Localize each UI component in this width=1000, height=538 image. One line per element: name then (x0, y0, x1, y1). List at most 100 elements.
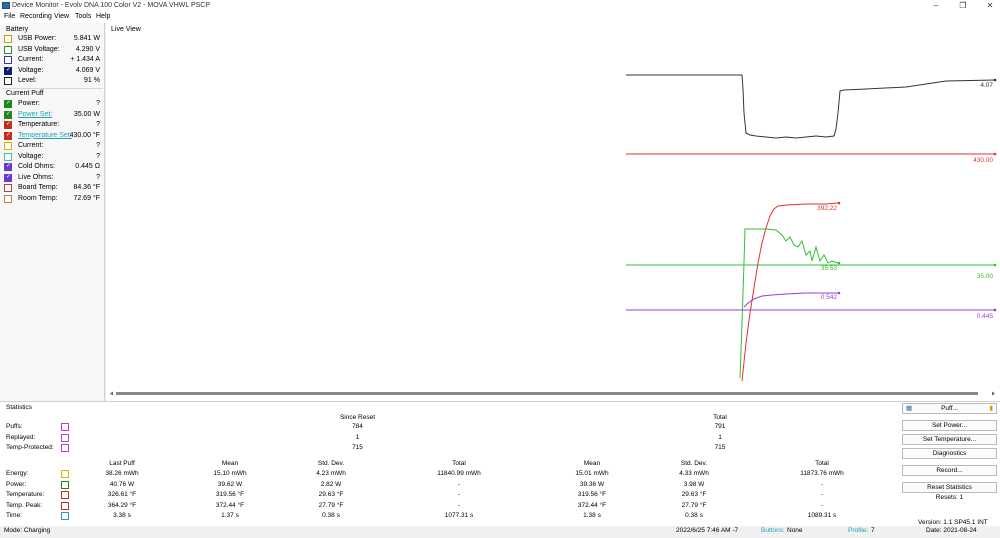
menu-file[interactable]: File (4, 13, 15, 20)
trace-checkbox[interactable] (4, 173, 12, 182)
trace-checkbox[interactable] (4, 56, 12, 64)
battery-header: Battery (6, 26, 29, 33)
set-temperature-button[interactable]: Set Temperature... (902, 434, 997, 445)
stat-checkbox[interactable] (61, 444, 69, 452)
monitor-label: Power: (18, 100, 40, 107)
stat-checkbox[interactable] (61, 433, 69, 442)
trace-checkbox[interactable] (4, 162, 12, 171)
trace-checkbox[interactable] (4, 120, 12, 129)
stat-label: Time: (6, 512, 23, 519)
monitor-row[interactable]: Voltage:? (4, 152, 102, 162)
stat-cell: 319.56 °F (577, 491, 607, 498)
trace-checkbox[interactable] (4, 194, 12, 203)
trace-checkbox[interactable] (4, 110, 12, 119)
monitor-row[interactable]: Level: 91 % (4, 76, 102, 86)
grid-icon: ▦ (906, 405, 913, 412)
monitor-label: Temperature: (18, 121, 60, 128)
mode-status: Mode: Charging (4, 527, 51, 534)
stat-cell: 372.44 °F (215, 501, 245, 509)
minimize-button[interactable]: – (930, 1, 942, 11)
monitor-row[interactable]: Current:? (4, 141, 102, 151)
stat-checkbox[interactable] (61, 480, 69, 489)
trace-checkbox[interactable] (4, 77, 12, 85)
monitor-value: 0.445 Ω (75, 163, 100, 170)
trace-checkbox[interactable] (4, 45, 12, 54)
stat-cell: 372.44 °F (577, 501, 607, 509)
stat-column-header: Std. Dev. (680, 460, 708, 467)
monitor-row[interactable]: Power Set: 35.00 W (4, 110, 102, 120)
count-total: 791 (714, 423, 726, 430)
record-button[interactable]: Record... (902, 465, 997, 476)
monitor-row[interactable]: Voltage: 4.069 V (4, 66, 102, 76)
menu-tools[interactable]: Tools (75, 13, 91, 20)
trace-checkbox[interactable] (4, 152, 12, 161)
menu-recording[interactable]: Recording (20, 13, 52, 20)
stat-label: Energy: (6, 470, 29, 477)
monitor-row[interactable]: Board Temp: 84.36 °F (4, 183, 102, 193)
temp-trace (741, 202, 839, 382)
monitor-value: ? (96, 100, 100, 107)
stat-checkbox[interactable] (61, 470, 69, 478)
monitor-row[interactable]: Temperature Set:430.00 °F (4, 131, 102, 141)
monitor-row[interactable]: Current: + 1.434 A (4, 55, 102, 65)
stat-column-header: Total (815, 460, 829, 467)
monitor-row[interactable]: Power:? (4, 99, 102, 109)
trace-checkbox[interactable] (4, 35, 12, 43)
monitor-value: 5.841 W (73, 35, 100, 42)
menu-view[interactable]: View (54, 13, 69, 20)
trace-checkbox[interactable] (4, 66, 12, 75)
build-date: Date: 2021-08-24 (926, 527, 977, 534)
stat-cell: 27.79 °F (681, 501, 707, 509)
monitor-label[interactable]: Power Set: (18, 111, 52, 118)
monitor-label[interactable]: Temperature Set: (18, 132, 72, 139)
menu-help[interactable]: Help (96, 13, 110, 20)
count-total: 1 (718, 433, 722, 441)
monitor-label: USB Voltage: (18, 45, 60, 53)
buttons-value: None (787, 527, 803, 534)
stat-checkbox[interactable] (61, 423, 69, 431)
stat-cell: 364.29 °F (107, 501, 137, 509)
statistics-panel: Statistics Since Reset Total Puffs: 784 79… (0, 401, 1000, 538)
trace-checkbox[interactable] (4, 142, 12, 150)
buttons-link[interactable]: Buttons: (761, 527, 785, 534)
profile-link[interactable]: Profile: (848, 527, 868, 534)
stat-cell: 38.26 mWh (105, 470, 139, 477)
count-total: 715 (714, 444, 726, 451)
stat-checkbox[interactable] (61, 512, 69, 520)
monitor-row[interactable]: USB Power: 5.841 W (4, 34, 102, 44)
trace-checkbox[interactable] (4, 99, 12, 108)
monitor-label: Live Ohms: (18, 173, 54, 181)
voltage-trace (626, 74, 996, 139)
power-trace (739, 228, 839, 379)
stat-checkbox[interactable] (61, 501, 69, 510)
close-button[interactable]: ✕ (984, 1, 996, 11)
diagnostics-button[interactable]: Diagnostics (902, 448, 997, 459)
trace-checkbox[interactable] (4, 131, 12, 140)
reset-statistics-button[interactable]: Reset Statistics (902, 482, 997, 493)
maximize-button[interactable]: ❐ (957, 1, 969, 11)
monitor-value: ? (96, 142, 100, 149)
trace-checkbox[interactable] (4, 184, 12, 192)
set-power-button[interactable]: Set Power... (902, 420, 997, 431)
scroll-thumb[interactable] (116, 392, 978, 395)
live-graph: 4.07 430.00 392.22 35.00 35.53 0.542 0.4… (626, 74, 997, 382)
count-label: Puffs: (6, 423, 23, 430)
puff-button[interactable]: ▦ Puff... ▮ (902, 403, 997, 414)
stat-cell: 39.62 W (217, 480, 243, 488)
monitor-row[interactable]: Cold Ohms: 0.445 Ω (4, 162, 102, 172)
monitor-row[interactable]: Live Ohms:? (4, 173, 102, 183)
battery-icon: ▮ (989, 405, 993, 412)
graph-scrollbar[interactable] (110, 391, 995, 396)
live-view-panel: Live View 4.07 430.00 392.22 35.00 35.53… (106, 23, 1000, 401)
stat-cell: 3.38 s (113, 512, 131, 519)
monitor-row[interactable]: Room Temp: 72.69 °F (4, 194, 102, 204)
monitor-value: 91 % (84, 77, 100, 84)
monitor-row[interactable]: USB Voltage: 4.290 V (4, 45, 102, 55)
monitor-row[interactable]: Temperature:? (4, 120, 102, 130)
stat-cell: 2.82 W (320, 480, 342, 488)
temp-live-label: 392.22 (817, 205, 837, 212)
menu-bar: File Recording View Tools Help (0, 12, 1000, 23)
version-label: Version: 1.1 SP45.1 INT (918, 519, 988, 526)
stat-cell: 40.76 W (109, 480, 135, 488)
stat-checkbox[interactable] (61, 491, 69, 499)
